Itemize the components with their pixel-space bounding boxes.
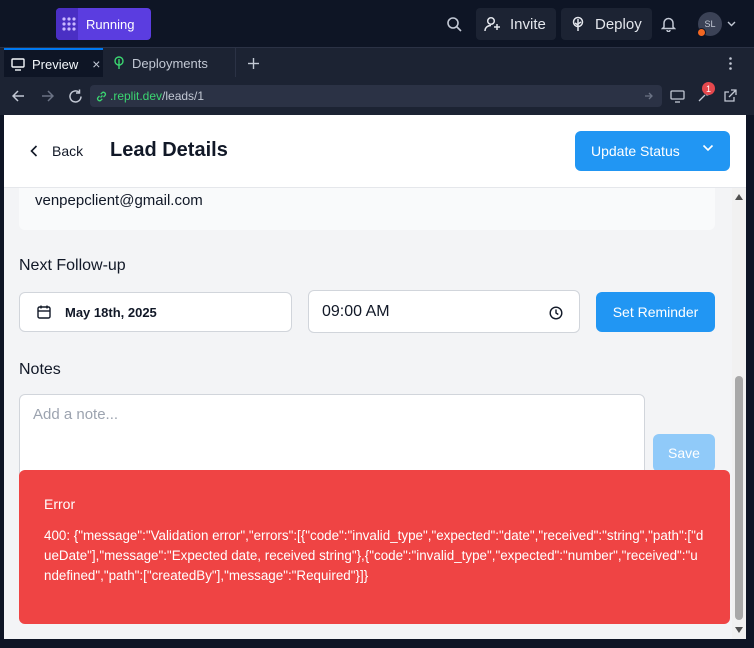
page-title: Lead Details bbox=[110, 139, 228, 161]
url-path: /leads/1 bbox=[162, 89, 205, 103]
notification-badge: 1 bbox=[702, 82, 715, 95]
add-user-icon bbox=[484, 16, 500, 32]
devtools-icon[interactable]: 1 bbox=[696, 82, 715, 104]
tab-preview-label: Preview bbox=[32, 56, 79, 72]
monitor-icon bbox=[11, 57, 25, 71]
back-label: Back bbox=[52, 143, 84, 159]
contact-card: venpepclient@gmail.com bbox=[19, 188, 715, 230]
scroll-down-icon[interactable] bbox=[735, 627, 743, 633]
deploy-icon bbox=[572, 16, 584, 31]
error-message: 400: {"message":"Validation error","erro… bbox=[44, 528, 704, 583]
presence-dot bbox=[697, 28, 706, 37]
scroll-up-icon[interactable] bbox=[735, 194, 743, 200]
browser-toolbar: .replit.dev /leads/1 1 bbox=[0, 77, 754, 115]
set-reminder-button[interactable]: Set Reminder bbox=[596, 292, 715, 332]
tab-bar: Preview × Deployments bbox=[0, 47, 754, 78]
refresh-icon[interactable] bbox=[66, 88, 84, 104]
go-arrow-icon[interactable] bbox=[644, 91, 654, 101]
error-title: Error bbox=[44, 496, 76, 512]
invite-button[interactable]: Invite bbox=[476, 8, 556, 40]
follow-up-label: Next Follow-up bbox=[19, 257, 126, 274]
replit-logo-icon bbox=[56, 8, 78, 40]
note-placeholder: Add a note... bbox=[33, 406, 119, 423]
follow-up-date-picker[interactable]: May 18th, 2025 bbox=[19, 292, 292, 332]
error-toast: Error 400: {"message":"Validation error"… bbox=[19, 470, 730, 624]
update-status-label: Update Status bbox=[591, 143, 680, 159]
chevron-down-icon bbox=[702, 144, 714, 152]
run-button-label: Running bbox=[86, 16, 135, 32]
url-field[interactable]: .replit.dev /leads/1 bbox=[90, 85, 662, 107]
url-host: .replit.dev bbox=[110, 89, 163, 103]
run-button[interactable]: Running bbox=[56, 8, 151, 40]
save-note-button[interactable]: Save bbox=[653, 434, 715, 472]
external-link-icon[interactable] bbox=[722, 88, 738, 104]
clock-icon[interactable] bbox=[549, 306, 563, 320]
tab-deployments[interactable]: Deployments bbox=[104, 48, 236, 78]
link-icon bbox=[96, 91, 107, 101]
tab-deployments-label: Deployments bbox=[132, 55, 208, 71]
follow-up-time-input[interactable]: 09:00 AM bbox=[308, 290, 580, 333]
preview-viewport: venpepclient@gmail.com Next Follow-up Ma… bbox=[4, 115, 746, 639]
devices-icon[interactable] bbox=[669, 88, 685, 104]
avatar[interactable]: SL bbox=[697, 12, 722, 37]
back-arrow-icon[interactable] bbox=[10, 89, 26, 103]
update-status-button[interactable]: Update Status bbox=[575, 131, 730, 171]
scroll-thumb[interactable] bbox=[735, 376, 743, 620]
chevron-down-icon[interactable] bbox=[725, 18, 737, 30]
page-scrollbar[interactable] bbox=[732, 188, 746, 639]
avatar-initials: SL bbox=[704, 19, 716, 29]
lead-email: venpepclient@gmail.com bbox=[35, 192, 203, 209]
tab-preview[interactable]: Preview × bbox=[4, 48, 103, 78]
notes-label: Notes bbox=[19, 361, 61, 378]
forward-arrow-icon[interactable] bbox=[39, 89, 55, 103]
deploy-label: Deploy bbox=[595, 15, 642, 33]
bell-icon[interactable] bbox=[658, 14, 678, 34]
chevron-left-icon bbox=[30, 145, 38, 157]
deploy-icon bbox=[114, 56, 124, 69]
close-icon[interactable]: × bbox=[92, 56, 100, 72]
time-value: 09:00 AM bbox=[322, 302, 390, 320]
invite-label: Invite bbox=[510, 15, 546, 33]
plus-icon[interactable] bbox=[246, 56, 260, 70]
more-icon[interactable] bbox=[724, 55, 736, 71]
date-value: May 18th, 2025 bbox=[65, 304, 157, 320]
back-button[interactable]: Back bbox=[30, 137, 83, 165]
search-icon[interactable] bbox=[444, 14, 464, 34]
calendar-icon bbox=[37, 305, 51, 319]
deploy-button[interactable]: Deploy bbox=[561, 8, 652, 40]
workspace-header: Running Invite Deploy SL bbox=[0, 0, 754, 47]
page-header: Back Lead Details Update Status bbox=[4, 115, 746, 188]
